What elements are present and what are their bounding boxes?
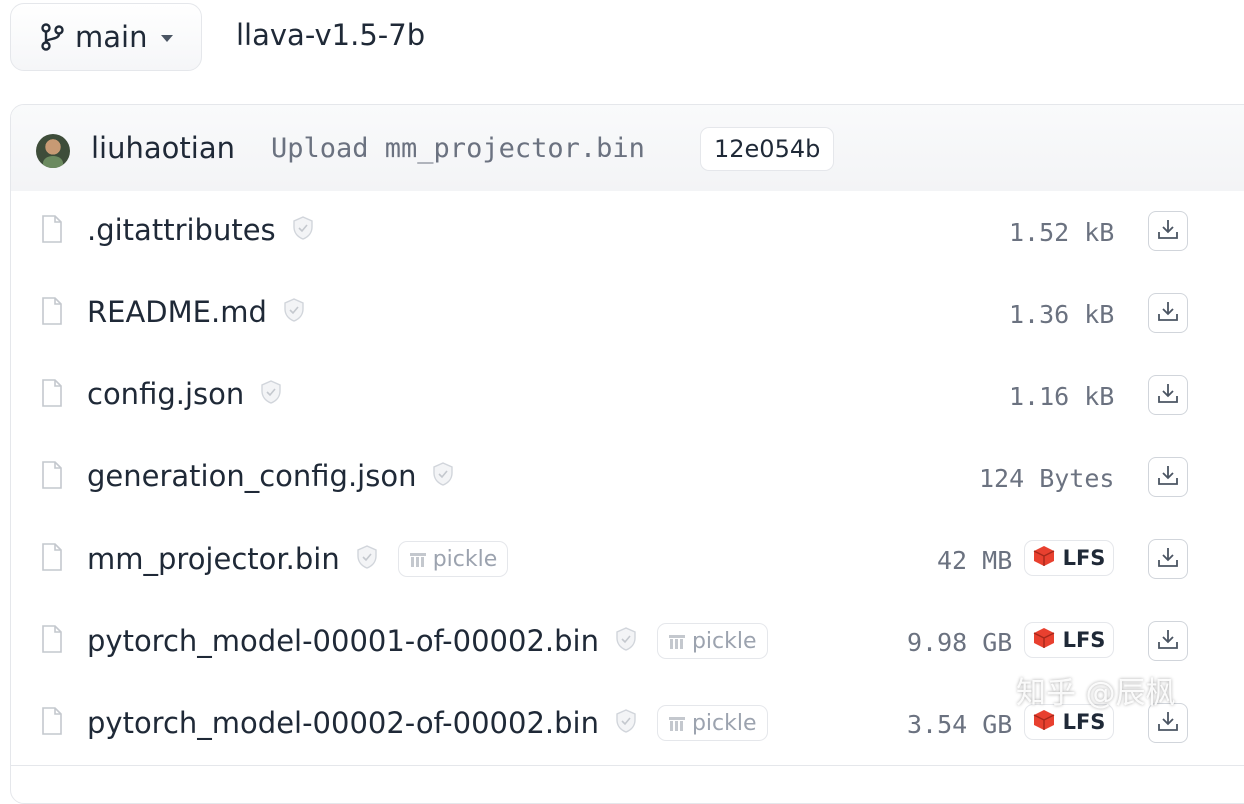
pickle-label: pickle (691, 710, 757, 736)
file-name-group: mm_projector.bin pickle (87, 541, 509, 577)
pickle-badge[interactable]: pickle (397, 541, 509, 577)
branch-name: main (75, 20, 148, 54)
file-size: 1.52 kB (1009, 218, 1115, 247)
safe-shield-icon[interactable] (260, 377, 282, 411)
safe-shield-icon[interactable] (283, 295, 305, 329)
lfs-badge[interactable]: LFS (1024, 540, 1114, 576)
file-name-group: generation_config.json (87, 459, 454, 493)
safe-shield-icon[interactable] (292, 213, 314, 247)
lfs-icon (1033, 545, 1055, 572)
download-icon (1157, 464, 1179, 490)
file-icon (41, 707, 63, 739)
file-name-group: .gitattributes (87, 213, 314, 247)
git-branch-icon (39, 22, 65, 52)
safe-shield-icon[interactable] (356, 542, 378, 576)
file-size: 124 Bytes (979, 464, 1115, 493)
pickle-badge[interactable]: pickle (656, 705, 768, 741)
lfs-icon (1033, 627, 1055, 654)
safe-shield-icon[interactable] (432, 459, 454, 493)
safe-shield-icon[interactable] (615, 706, 637, 740)
file-row: README.md 1.36 kB (11, 273, 1244, 356)
file-row: mm_projector.bin pickle 42 MB LFS (11, 519, 1244, 602)
download-button[interactable] (1148, 375, 1188, 415)
chevron-down-icon (161, 35, 174, 42)
commit-hash-badge[interactable]: 12e054b (700, 127, 835, 171)
file-name-group: README.md (87, 295, 305, 329)
lfs-icon (1033, 709, 1055, 736)
file-size: 9.98 GB (907, 628, 1013, 657)
file-row: generation_config.json 124 Bytes (11, 437, 1244, 520)
download-button[interactable] (1148, 539, 1188, 579)
file-icon (41, 297, 63, 329)
download-icon (1157, 628, 1179, 654)
avatar[interactable] (36, 134, 70, 168)
pickle-label: pickle (432, 546, 498, 572)
file-name-link[interactable]: pytorch_model-00001-of-00002.bin (87, 624, 599, 658)
download-button[interactable] (1148, 293, 1188, 333)
download-icon (1157, 546, 1179, 572)
file-name-link[interactable]: pytorch_model-00002-of-00002.bin (87, 706, 599, 740)
lfs-badge[interactable]: LFS (1024, 622, 1114, 658)
pickle-icon (668, 632, 686, 650)
file-name-group: config.json (87, 377, 282, 411)
download-button[interactable] (1148, 211, 1188, 251)
file-row: config.json 1.16 kB (11, 355, 1244, 438)
lfs-label: LFS (1062, 628, 1106, 652)
download-icon (1157, 300, 1179, 326)
file-name-link[interactable]: README.md (87, 295, 267, 329)
lfs-label: LFS (1062, 546, 1106, 570)
file-size: 42 MB (937, 546, 1013, 575)
file-size: 1.16 kB (1009, 382, 1115, 411)
file-name-group: pytorch_model-00002-of-00002.bin pickle (87, 705, 768, 741)
file-name-link[interactable]: .gitattributes (87, 213, 276, 247)
safe-shield-icon[interactable] (615, 624, 637, 658)
download-icon (1157, 710, 1179, 736)
download-button[interactable] (1148, 621, 1188, 661)
file-size: 3.54 GB (907, 710, 1013, 739)
download-icon (1157, 218, 1179, 244)
last-commit-row: liuhaotian Upload mm_projector.bin 12e05… (11, 105, 1244, 192)
pickle-label: pickle (691, 628, 757, 654)
pickle-icon (668, 714, 686, 732)
file-icon (41, 379, 63, 411)
pickle-badge[interactable]: pickle (656, 623, 768, 659)
file-icon (41, 543, 63, 575)
branch-selector-button[interactable]: main (10, 3, 202, 71)
watermark: 知乎 @辰枫 (1016, 676, 1176, 711)
file-name-link[interactable]: mm_projector.bin (87, 542, 340, 576)
file-icon (41, 461, 63, 493)
file-name-group: pytorch_model-00001-of-00002.bin pickle (87, 623, 768, 659)
repo-name: llava-v1.5-7b (236, 18, 426, 52)
commit-author-link[interactable]: liuhaotian (91, 131, 235, 165)
lfs-label: LFS (1062, 710, 1106, 734)
file-icon (41, 625, 63, 657)
pickle-icon (409, 550, 427, 568)
file-size: 1.36 kB (1009, 300, 1115, 329)
file-name-link[interactable]: config.json (87, 377, 244, 411)
commit-message[interactable]: Upload mm_projector.bin (271, 133, 645, 164)
file-row: .gitattributes 1.52 kB (11, 191, 1244, 274)
file-name-link[interactable]: generation_config.json (87, 459, 416, 493)
download-icon (1157, 382, 1179, 408)
file-icon (41, 215, 63, 247)
download-button[interactable] (1148, 457, 1188, 497)
